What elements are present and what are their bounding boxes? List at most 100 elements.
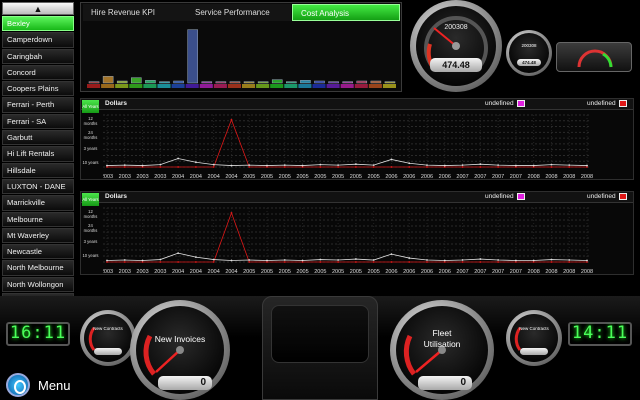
sidebar-item-location[interactable]: Newcastle: [2, 244, 74, 260]
bar-category-marker: [199, 84, 213, 88]
x-tick-label: 2005: [261, 269, 273, 275]
range-button[interactable]: 10 years: [82, 249, 99, 262]
data-point: [497, 261, 500, 263]
sidebar-item-location[interactable]: Hi Lift Rentals: [2, 146, 74, 162]
range-button[interactable]: 12 months: [82, 114, 99, 127]
sidebar-item-location[interactable]: Hillsdale: [2, 162, 74, 178]
legend-item: undefined: [485, 193, 525, 200]
sidebar-item-location[interactable]: Caringbah: [2, 48, 74, 64]
data-point: [177, 166, 180, 168]
bar: [145, 80, 156, 84]
x-tick-label: 2006: [385, 174, 397, 180]
x-tick-label: 2004: [225, 174, 237, 180]
bar: [173, 80, 184, 84]
x-tick-label: 2005: [261, 174, 273, 180]
gauge-label-line2: Utilisation: [423, 339, 461, 349]
x-tick-label: 2008: [545, 174, 557, 180]
data-point: [354, 258, 357, 260]
data-point: [141, 259, 144, 262]
x-tick-label: 2005: [368, 174, 380, 180]
x-tick-label: 2006: [421, 269, 433, 275]
data-point: [319, 166, 322, 168]
data-point: [319, 261, 322, 263]
dollars-panel-1: Dollars undefined undefined All Years 12 …: [80, 98, 634, 180]
sidebar-item-location[interactable]: Concord: [2, 64, 74, 81]
clock-right: 14:11: [568, 322, 632, 346]
sidebar-item-location[interactable]: Mt Waverley: [2, 227, 74, 244]
gauge-value-display: [94, 348, 122, 355]
range-button[interactable]: 3 years: [82, 142, 99, 155]
data-point: [337, 164, 340, 167]
bar: [342, 81, 353, 84]
bar-category-marker: [270, 84, 284, 88]
scroll-up-button[interactable]: ▲: [2, 2, 74, 15]
range-button[interactable]: All Years: [82, 193, 99, 206]
bar-category-marker: [340, 84, 354, 88]
tab-service-performance[interactable]: Service Performance: [187, 4, 291, 21]
console-screen: [271, 305, 369, 363]
data-point: [159, 166, 162, 168]
clock-left: 16:11: [6, 322, 70, 346]
range-button[interactable]: 3 years: [82, 235, 99, 248]
data-point: [194, 166, 197, 168]
tab-hire-revenue-kpi[interactable]: Hire Revenue KPI: [83, 4, 187, 21]
sidebar-item-location[interactable]: North Wollongon: [2, 276, 74, 293]
x-tick-label: 2005: [332, 174, 344, 180]
data-point: [461, 166, 464, 168]
new-contracts-gauge-right: New Contracts: [506, 310, 562, 366]
data-point: [443, 164, 446, 167]
x-tick-label: 2004: [172, 174, 184, 180]
data-point: [390, 158, 393, 161]
x-tick-label: 2005: [243, 269, 255, 275]
bar: [300, 80, 311, 84]
gauge-value-display: 0: [418, 376, 472, 390]
sidebar-item-location[interactable]: Garbutt: [2, 130, 74, 146]
data-point: [230, 118, 233, 121]
sidebar-item-location[interactable]: Marrickville: [2, 195, 74, 211]
x-tick-label: 2007: [474, 174, 486, 180]
range-button[interactable]: 12 months: [82, 207, 99, 220]
bar: [102, 76, 114, 84]
x-tick-label: 2005: [296, 174, 308, 180]
bar-category-marker: [382, 84, 396, 88]
bar: [187, 29, 198, 84]
x-tick-label: 2003: [103, 269, 113, 275]
sidebar-item-location[interactable]: Bexley: [2, 16, 74, 32]
sidebar-item-location[interactable]: Ferrari - Perth: [2, 97, 74, 113]
range-button[interactable]: 24 months: [82, 128, 99, 141]
sidebar-item-location[interactable]: Melbourne: [2, 211, 74, 227]
x-tick-label: 2008: [581, 269, 593, 275]
data-point: [212, 166, 215, 168]
range-selector: All Years 12 months 24 months 3 years 10 yea…: [82, 100, 99, 170]
dollars-line-chart: 2003 2003 2003 2003 2004 2004 2004 2004 2005 2005…: [103, 207, 593, 275]
range-button[interactable]: 10 years: [82, 156, 99, 169]
new-invoices-gauge: New Invoices 0: [130, 300, 230, 400]
sidebar-item-location[interactable]: LUXTON - DANE: [2, 178, 74, 195]
data-point: [461, 261, 464, 263]
x-tick-label: 2004: [208, 269, 220, 275]
bar-category-marker: [213, 84, 227, 88]
range-button[interactable]: All Years: [82, 100, 99, 113]
data-point: [479, 163, 482, 166]
dollars-line-chart: 2003 2003 2003 2003 2004 2004 2004 2004 2005 2005…: [103, 114, 593, 180]
data-point: [319, 163, 322, 166]
location-sidebar: ▲ Bexley Camperdown Caringbah Concord Cooper…: [2, 2, 74, 372]
sidebar-item-location[interactable]: North Melbourne: [2, 260, 74, 276]
data-point: [123, 259, 126, 261]
sidebar-item-location[interactable]: Coopers Plains: [2, 81, 74, 97]
sidebar-item-location[interactable]: Ferrari - SA: [2, 113, 74, 130]
data-point: [159, 258, 162, 261]
sidebar-item-location[interactable]: Camperdown: [2, 32, 74, 48]
data-point: [550, 163, 553, 166]
range-button[interactable]: 24 months: [82, 221, 99, 234]
x-tick-label: 2003: [154, 174, 166, 180]
x-tick-label: 2005: [350, 174, 362, 180]
bar-category-marker: [171, 84, 185, 88]
x-tick-label: 2007: [492, 269, 504, 275]
data-point: [372, 259, 375, 261]
legend-item: undefined: [485, 100, 525, 107]
menu-button[interactable]: Menu: [6, 372, 96, 398]
data-point: [194, 256, 197, 258]
tab-cost-analysis[interactable]: Cost Analysis: [292, 4, 400, 21]
x-tick-label: 2008: [581, 174, 593, 180]
